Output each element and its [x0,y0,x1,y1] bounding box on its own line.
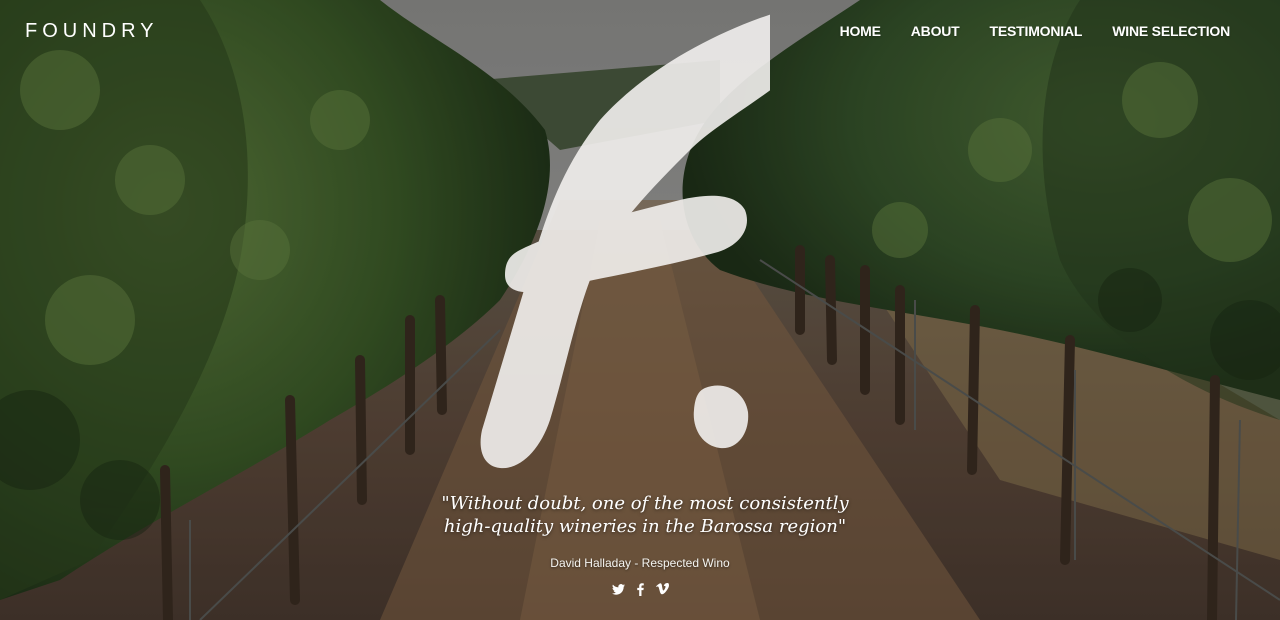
main-nav: HOME ABOUT TESTIMONIAL WINE SELECTION [810,23,1231,39]
social-links [610,582,670,596]
nav-item-home[interactable]: HOME [840,23,881,39]
facebook-icon[interactable] [633,582,647,596]
nav-item-testimonial[interactable]: TESTIMONIAL [990,23,1083,39]
nav-item-wine-selection[interactable]: WINE SELECTION [1112,23,1230,39]
twitter-icon[interactable] [611,582,625,596]
testimonial-quote: "Without doubt, one of the most consiste… [340,492,950,538]
testimonial-attribution: David Halladay - Respected Wino [550,556,730,570]
nav-item-about[interactable]: ABOUT [911,23,960,39]
testimonial-quote-line-1: "Without doubt, one of the most consiste… [441,493,849,514]
vimeo-icon[interactable] [655,582,669,596]
brand-logo-text[interactable]: FOUNDRY [25,20,159,43]
brush-logo-mark [480,14,770,469]
testimonial-quote-line-2: high-quality wineries in the Barossa reg… [443,516,847,537]
